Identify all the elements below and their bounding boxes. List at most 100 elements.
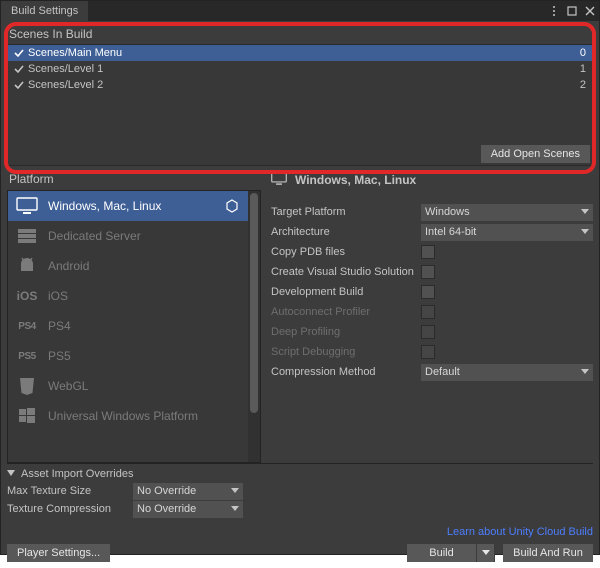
platform-item-dedicated-server[interactable]: Dedicated Server [8,221,248,251]
ios-icon: iOS [16,285,38,307]
field-label: Autoconnect Profiler [271,306,421,318]
script-debug-row: Script Debugging [271,342,593,362]
field-label: Script Debugging [271,346,421,358]
dropdown-value: Windows [425,206,470,218]
desktop-icon [271,172,287,188]
android-icon [16,255,38,277]
checkmark-icon[interactable] [12,46,26,60]
target-platform-dropdown[interactable]: Windows [421,204,593,221]
field-label: Max Texture Size [7,485,133,497]
close-icon[interactable] [581,1,599,21]
scene-row[interactable]: Scenes/Level 1 1 [8,61,592,77]
platform-label: WebGL [48,379,240,393]
scene-row[interactable]: Scenes/Level 2 2 [8,77,592,93]
scenes-list[interactable]: Scenes/Main Menu 0 Scenes/Level 1 1 Scen… [7,44,593,166]
build-settings-window: Build Settings Scenes In Build Scenes/Ma… [0,0,600,555]
html5-icon [16,375,38,397]
unity-logo-icon [224,199,240,213]
architecture-dropdown[interactable]: Intel 64-bit [421,224,593,241]
ps4-icon: PS4 [16,315,38,337]
tex-compression-dropdown[interactable]: No Override [133,501,243,518]
dev-build-checkbox[interactable] [421,285,435,299]
field-label: Deep Profiling [271,326,421,338]
asset-overrides-header[interactable]: Asset Import Overrides [7,468,593,482]
build-button[interactable]: Build [407,544,477,562]
field-label: Target Platform [271,206,421,218]
platform-list: Windows, Mac, Linux Dedicated Server And… [8,191,248,462]
platform-panel: Platform Windows, Mac, Linux Dedicated S… [1,168,261,463]
settings-panel: Windows, Mac, Linux Target Platform Wind… [261,168,599,463]
create-vs-row: Create Visual Studio Solution [271,262,593,282]
scene-row[interactable]: Scenes/Main Menu 0 [8,45,592,61]
player-settings-button[interactable]: Player Settings... [7,544,110,562]
ps5-icon: PS5 [16,345,38,367]
chevron-down-icon [231,506,239,512]
platform-label: Android [48,259,240,273]
scrollbar-thumb[interactable] [250,193,258,413]
build-dropdown-arrow[interactable] [477,544,495,562]
footer: Player Settings... Build Build And Run [1,540,599,568]
field-label: Copy PDB files [271,246,421,258]
scene-index: 0 [570,47,588,59]
tex-compression-row: Texture Compression No Override [7,500,593,518]
field-label: Compression Method [271,366,421,378]
window-title: Build Settings [1,1,88,21]
windows-icon [16,405,38,427]
scene-index: 2 [570,79,588,91]
platform-item-android[interactable]: Android [8,251,248,281]
compression-dropdown[interactable]: Default [421,364,593,381]
foldout-triangle-icon [7,470,17,478]
platform-item-ps4[interactable]: PS4 PS4 [8,311,248,341]
dropdown-value: Default [425,366,460,378]
asset-overrides-label: Asset Import Overrides [21,468,133,480]
server-icon [16,225,38,247]
field-label: Architecture [271,226,421,238]
dropdown-value: Intel 64-bit [425,226,476,238]
learn-cloud-build-link[interactable]: Learn about Unity Cloud Build [447,526,593,538]
platform-item-windows-mac-linux[interactable]: Windows, Mac, Linux [8,191,248,221]
scene-name: Scenes/Main Menu [26,47,570,59]
copy-pdb-row: Copy PDB files [271,242,593,262]
platform-label: Dedicated Server [48,229,240,243]
checkmark-icon[interactable] [12,62,26,76]
chevron-down-icon [581,209,589,215]
platform-label: PS4 [48,319,240,333]
chevron-down-icon [581,229,589,235]
build-and-run-button[interactable]: Build And Run [503,544,593,562]
chevron-down-icon [581,369,589,375]
scene-name: Scenes/Level 1 [26,63,570,75]
platform-scrollbar[interactable] [248,191,260,462]
dev-build-row: Development Build [271,282,593,302]
dropdown-value: No Override [137,485,196,497]
kebab-menu-icon[interactable] [545,1,563,21]
max-texture-row: Max Texture Size No Override [7,482,593,500]
dropdown-value: No Override [137,503,196,515]
add-open-scenes-button[interactable]: Add Open Scenes [481,145,590,163]
desktop-icon [16,195,38,217]
platform-label: Windows, Mac, Linux [48,199,214,213]
chevron-down-icon [231,488,239,494]
settings-header-label: Windows, Mac, Linux [295,173,416,187]
architecture-row: Architecture Intel 64-bit [271,222,593,242]
target-platform-row: Target Platform Windows [271,202,593,222]
checkmark-icon[interactable] [12,78,26,92]
scenes-in-build-header: Scenes In Build [7,25,593,44]
platform-label: Universal Windows Platform [48,409,240,423]
field-label: Create Visual Studio Solution [271,266,421,278]
scene-index: 1 [570,63,588,75]
platform-item-ios[interactable]: iOS iOS [8,281,248,311]
script-debug-checkbox [421,345,435,359]
maximize-icon[interactable] [563,1,581,21]
platform-item-ps5[interactable]: PS5 PS5 [8,341,248,371]
autoconnect-row: Autoconnect Profiler [271,302,593,322]
platform-item-webgl[interactable]: WebGL [8,371,248,401]
platform-header: Platform [7,170,261,190]
scene-name: Scenes/Level 2 [26,79,570,91]
compression-row: Compression Method Default [271,362,593,382]
asset-import-overrides-section: Asset Import Overrides Max Texture Size … [7,463,593,520]
platform-item-uwp[interactable]: Universal Windows Platform [8,401,248,431]
field-label: Development Build [271,286,421,298]
copy-pdb-checkbox[interactable] [421,245,435,259]
max-texture-dropdown[interactable]: No Override [133,483,243,500]
create-vs-checkbox[interactable] [421,265,435,279]
